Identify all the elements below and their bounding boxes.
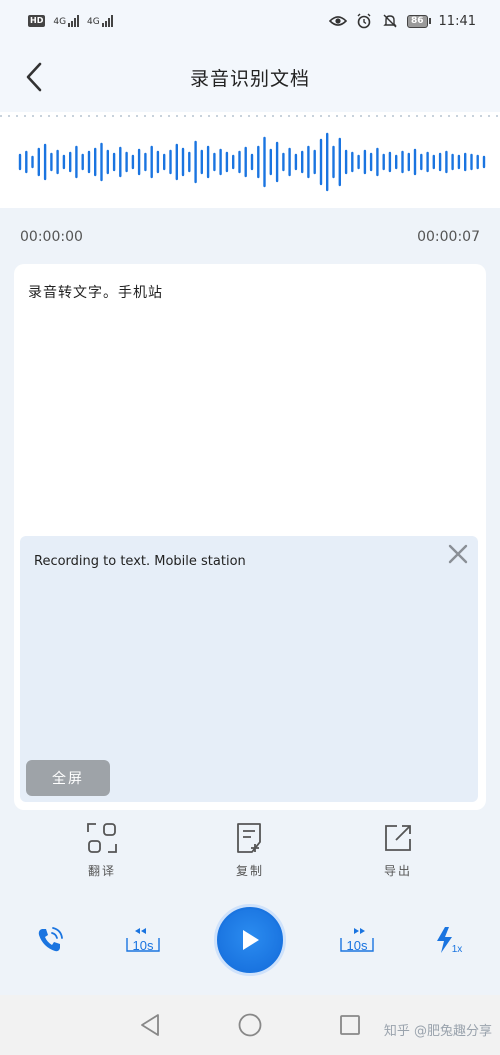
battery-indicator: 86 [407,14,431,28]
speed-label: 1x [452,944,463,955]
back-button[interactable] [20,60,50,94]
network-type-1: 4G [53,17,67,27]
network-signal-1: 4G [53,15,80,27]
eye-icon [329,12,347,30]
phone-speaker-icon [38,927,63,952]
translate-label: 翻译 [87,864,116,878]
fullscreen-button[interactable]: 全屏 [26,760,110,796]
current-time: 00:00:00 [20,229,83,245]
battery-tip [428,18,431,24]
page-title: 录音识别文档 [189,67,310,90]
alarm-icon [355,12,373,30]
signal-bars-1-icon [68,15,80,27]
app-screen: HD 4G 4G 86 11:41 录音识别文档 00:00:00 00:00:… [0,0,500,1055]
fast-forward-icon: 10s [340,928,374,953]
export-label: 导出 [383,864,412,878]
network-signal-2: 4G [87,15,113,27]
translate-button[interactable]: 翻译 [62,820,142,890]
export-button[interactable]: 导出 [358,820,438,890]
play-icon [243,930,259,950]
signal-bars-2-icon [101,15,113,27]
transcript-text[interactable]: 录音转文字。手机站 [28,282,163,302]
copy-icon [232,820,268,856]
total-time: 00:00:07 [417,229,480,245]
clock: 11:41 [438,13,476,29]
lightning-speed-icon: 1x [437,927,463,955]
status-right: 86 11:41 [329,12,476,30]
nav-recents-button[interactable] [335,1010,365,1040]
export-icon [380,820,416,856]
triangle-back-icon [141,1014,159,1036]
translation-text[interactable]: Recording to text. Mobile station [34,554,246,569]
copy-button[interactable]: 复制 [210,820,290,890]
nav-back-button[interactable] [135,1010,165,1040]
status-left: HD 4G 4G [28,15,113,27]
translate-icon [84,820,120,856]
waveform-graphic [0,115,500,192]
copy-label: 复制 [235,864,264,878]
rewind-icon: 10s [126,928,160,953]
action-row: 翻译 复制 导出 [0,820,500,890]
nav-home-button[interactable] [235,1010,265,1040]
time-row: 00:00:00 00:00:07 [0,222,500,252]
network-type-2: 4G [87,17,100,27]
translation-panel: Recording to text. Mobile station 全屏 [20,536,478,802]
play-button[interactable] [214,904,286,976]
speed-button[interactable]: 1x [428,918,472,962]
header: 录音识别文档 [0,42,500,112]
playback-controls: 10s 10s 1x [0,900,500,980]
close-icon [448,544,468,564]
mute-bell-icon [381,12,399,30]
forward-10s-button[interactable]: 10s [335,918,379,962]
forward-label: 10s [347,938,368,953]
circle-home-icon [238,1013,262,1037]
transcript-card: 录音转文字。手机站 Recording to text. Mobile stat… [14,264,486,810]
hd-badge: HD [28,15,46,27]
phone-mode-button[interactable] [28,918,72,962]
battery-level: 86 [407,14,428,28]
chevron-left-icon [26,62,42,92]
audio-waveform[interactable] [0,112,500,208]
rewind-10s-button[interactable]: 10s [121,918,165,962]
status-bar: HD 4G 4G 86 11:41 [0,0,500,42]
watermark: 知乎 @肥兔趣分享 [383,1024,492,1039]
rewind-label: 10s [133,938,154,953]
close-translation-button[interactable] [444,540,472,568]
square-recents-icon [340,1015,360,1035]
